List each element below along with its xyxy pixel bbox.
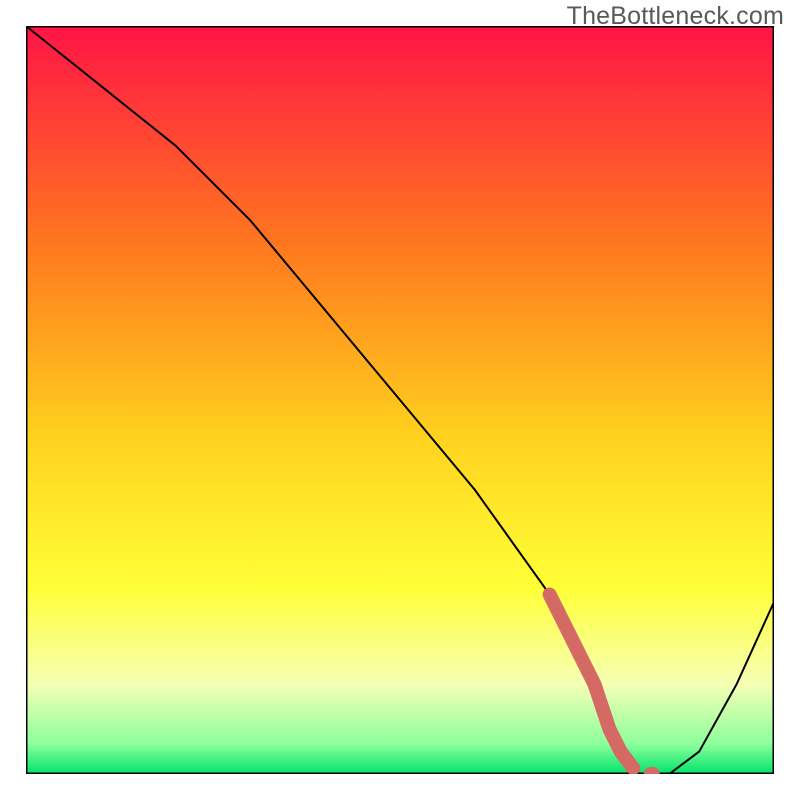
chart-svg <box>26 26 774 774</box>
plot-area <box>26 26 774 774</box>
watermark-label: TheBottleneck.com <box>567 2 784 31</box>
chart-frame: TheBottleneck.com <box>0 0 800 800</box>
